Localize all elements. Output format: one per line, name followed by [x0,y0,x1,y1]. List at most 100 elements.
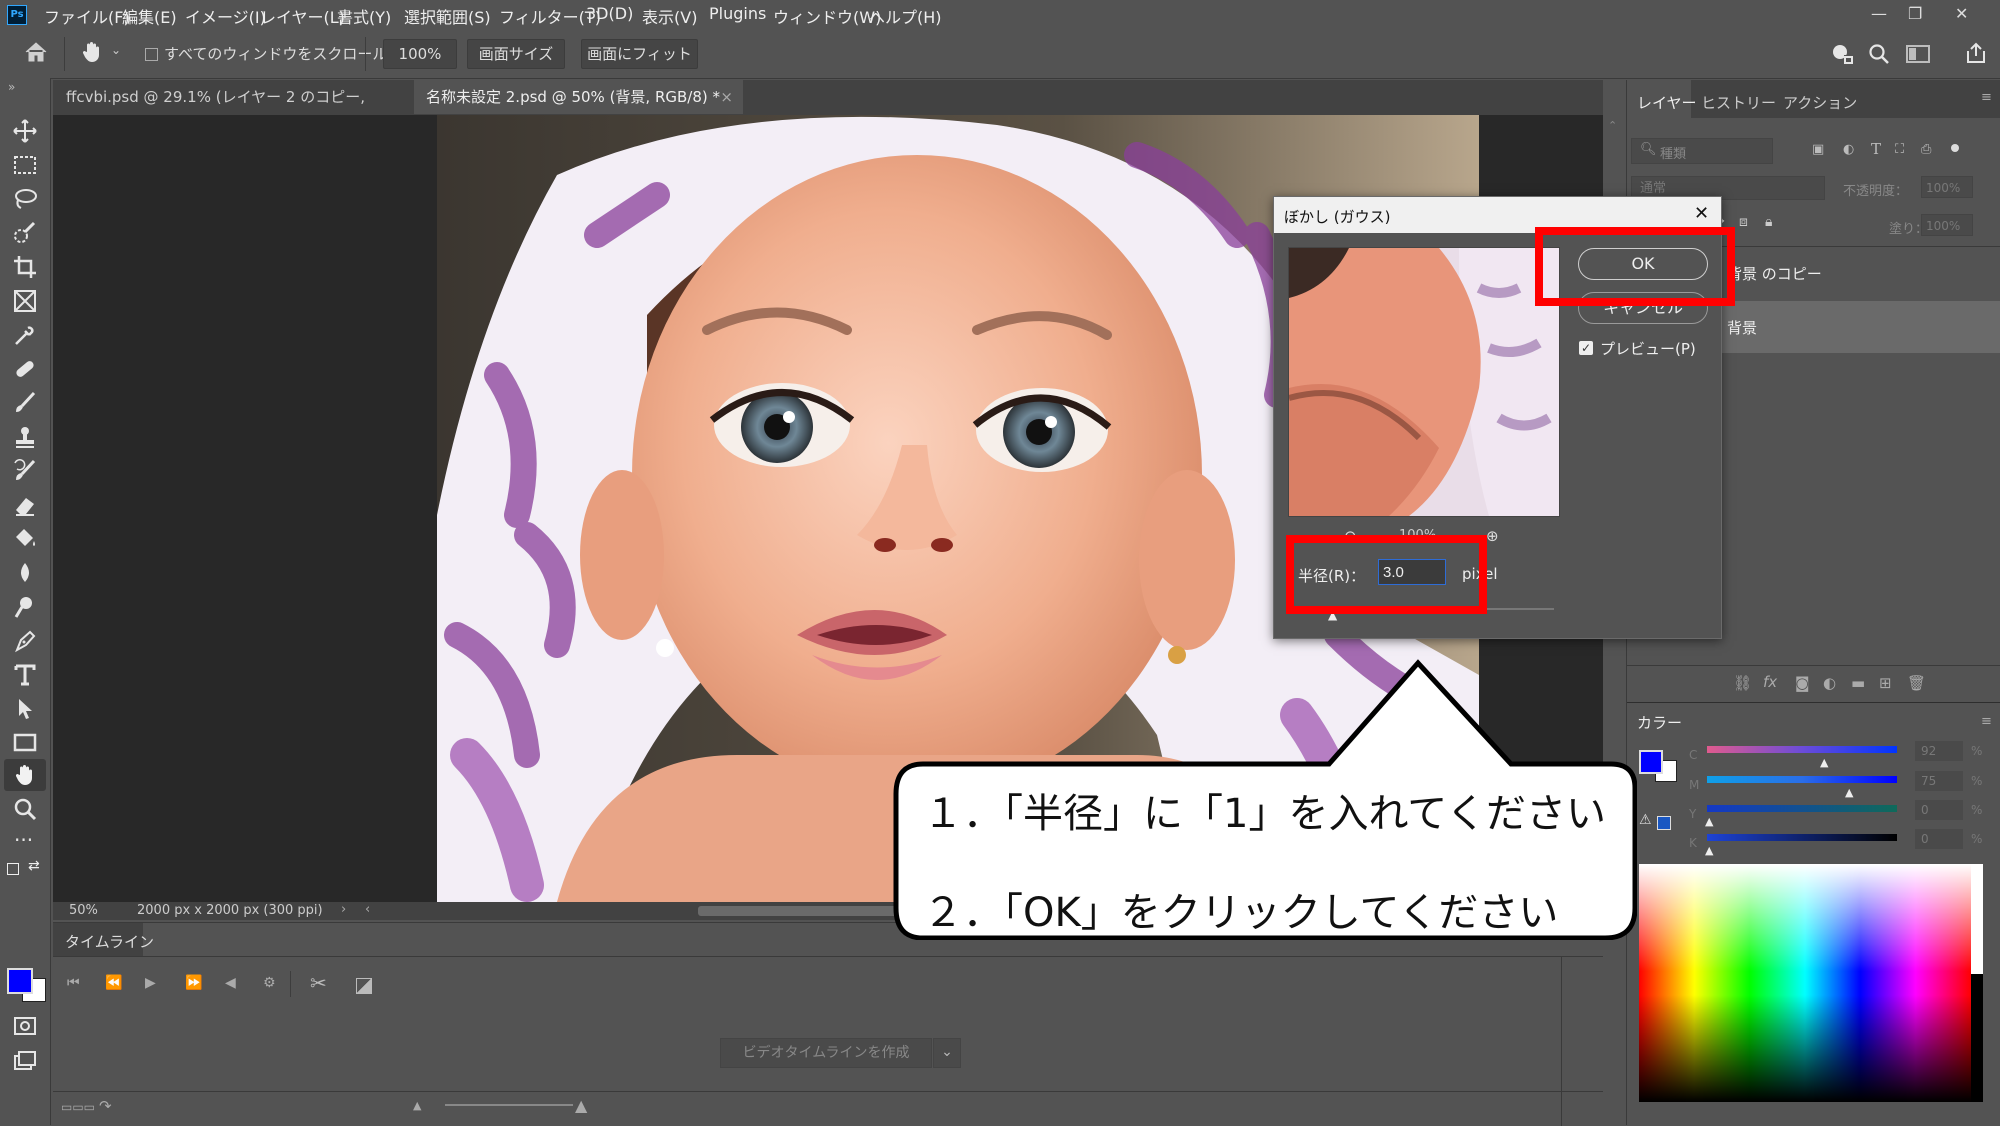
new-layer-icon[interactable]: ⊞ [1879,674,1892,692]
pen-tool-icon[interactable] [12,628,38,654]
settings-gear-icon[interactable]: ⚙ [263,975,276,991]
close-window-icon[interactable]: ✕ [1955,4,1968,23]
layer-filter-select[interactable]: 🔍︎ 種類 [1631,138,1773,164]
add-mask-icon[interactable]: ◙ [1795,674,1810,692]
default-colors-icon[interactable] [7,863,19,875]
path-selection-tool-icon[interactable] [12,696,38,722]
menu-3d[interactable]: 3D(D) [586,4,633,23]
quick-select-tool-icon[interactable] [12,220,38,246]
menu-view[interactable]: 表示(V) [642,4,697,28]
panel-menu-icon[interactable]: ≡ [1981,90,1992,105]
lock-all-icon[interactable]: 🔒︎ [1765,214,1772,230]
previous-frame-icon[interactable]: ⏪ [105,975,122,991]
zoom-100-button[interactable]: 100% [383,39,457,69]
delete-layer-icon[interactable]: 🗑︎ [1907,674,1926,692]
channel-c-thumb[interactable]: ▲ [1820,756,1828,769]
channel-m-input[interactable]: 75 [1915,771,1963,791]
zoom-in-icon[interactable]: ⊕ [1486,527,1499,545]
filter-type-icon[interactable]: T [1871,140,1881,158]
preview-checkbox[interactable]: ✓ [1579,341,1593,355]
filter-toggle-icon[interactable] [1951,144,1959,152]
restore-icon[interactable]: ❐ [1908,4,1922,23]
menu-window[interactable]: ウィンドウ(W) [773,4,881,28]
color-fg-swatch[interactable] [1639,750,1663,774]
brush-tool-icon[interactable] [12,390,38,416]
create-video-timeline-button[interactable]: ビデオタイムラインを作成 [720,1038,932,1068]
scroll-left-icon[interactable]: ‹ [365,902,370,917]
paint-bucket-tool-icon[interactable] [12,526,38,552]
tab-close-icon[interactable]: × [720,80,733,114]
filter-image-icon[interactable]: ▣ [1812,142,1824,157]
menu-help[interactable]: ヘルプ(H) [869,4,942,28]
fill-screen-button[interactable]: 画面にフィット [581,39,698,69]
tab-actions[interactable]: アクション [1783,92,1857,113]
gamut-warning-icon[interactable]: ⚠ [1639,812,1652,828]
rectangle-tool-icon[interactable] [12,730,38,756]
menu-plugins[interactable]: Plugins [709,4,766,23]
menu-image[interactable]: イメージ(I) [185,4,266,28]
history-brush-tool-icon[interactable] [12,458,38,484]
crop-tool-icon[interactable] [12,254,38,280]
scroll-all-checkbox[interactable] [145,48,158,61]
menu-file[interactable]: ファイル(F) [44,4,130,28]
spectrum-black-strip[interactable] [1971,974,1983,1102]
split-scissors-icon[interactable]: ✂ [310,971,327,995]
type-tool-icon[interactable] [12,662,38,688]
opacity-input[interactable]: 100% [1921,176,1973,198]
foreground-color-swatch[interactable] [7,968,33,994]
first-frame-icon[interactable]: ⏮ [67,975,80,991]
blur-tool-icon[interactable] [12,560,38,586]
channel-k-slider[interactable] [1707,834,1897,841]
audio-icon[interactable]: ◀ [225,975,236,991]
timeline-zoom-slider[interactable] [445,1104,573,1106]
menu-select[interactable]: 選択範囲(S) [404,4,491,28]
cloud-user-icon[interactable] [1830,43,1854,65]
frame-tool-icon[interactable] [12,288,38,314]
channel-m-slider[interactable] [1707,776,1897,783]
render-icon[interactable]: ↷ [99,1097,112,1115]
frame-rate-icon[interactable]: ▭▭▭ [61,1100,95,1114]
home-icon[interactable] [24,41,48,63]
tab-layers[interactable]: レイヤー [1637,92,1697,113]
move-tool-icon[interactable] [12,118,38,144]
link-layers-icon[interactable]: ⛓ [1733,674,1752,692]
channel-k-thumb[interactable]: ▲ [1705,844,1713,857]
zoom-in-mountain-icon[interactable]: ▲ [575,1096,587,1115]
status-zoom[interactable]: 50% [69,903,98,918]
fx-icon[interactable]: fx [1763,673,1777,691]
swap-colors-icon[interactable]: ⇄ [28,858,40,874]
timeline-dropdown-chevron-icon[interactable]: ⌄ [933,1038,961,1068]
play-icon[interactable]: ▶ [145,975,156,991]
new-group-icon[interactable]: ▬ [1851,674,1865,692]
channel-y-slider[interactable] [1707,805,1897,812]
tab-ffcvbi[interactable]: ffcvbi.psd @ 29.1% (レイヤー 2 のコピー, RGB/8) … [54,80,421,140]
next-frame-icon[interactable]: ⏩ [185,975,202,991]
timeline-title[interactable]: タイムライン [65,931,154,952]
share-icon[interactable] [1964,41,1988,65]
collapse-icon[interactable]: » [8,80,15,94]
tab-untitled-2[interactable]: 名称未設定 2.psd @ 50% (背景, RGB/8) * × [414,80,743,114]
hand-tool-icon[interactable] [12,762,38,788]
adjustment-layer-icon[interactable]: ◐ [1823,674,1836,692]
menu-type[interactable]: 書式(Y) [337,4,391,28]
healing-brush-tool-icon[interactable] [12,356,38,382]
filter-shape-icon[interactable]: ⛶ [1895,142,1904,157]
hand-tool-icon[interactable] [80,40,104,64]
workspace-icon[interactable] [1906,44,1930,64]
quick-mask-icon[interactable] [12,1013,38,1039]
stamp-tool-icon[interactable] [12,424,38,450]
eyedropper-tool-icon[interactable] [12,322,38,348]
lasso-tool-icon[interactable] [12,186,38,212]
tab-history[interactable]: ヒストリー [1701,92,1776,113]
channel-y-thumb[interactable]: ▲ [1705,815,1713,828]
color-panel-title[interactable]: カラー [1637,712,1682,733]
dodge-tool-icon[interactable] [12,594,38,620]
dialog-close-icon[interactable]: ✕ [1694,203,1709,224]
zoom-out-mountain-icon[interactable]: ▲ [413,1099,421,1112]
marquee-tool-icon[interactable] [12,152,38,178]
menu-edit[interactable]: 編集(E) [122,4,177,28]
fill-input[interactable]: 100% [1921,214,1973,236]
channel-k-input[interactable]: 0 [1915,829,1963,849]
lock-artboard-icon[interactable]: ⧈ [1739,214,1748,230]
minimize-icon[interactable]: — [1871,4,1887,23]
